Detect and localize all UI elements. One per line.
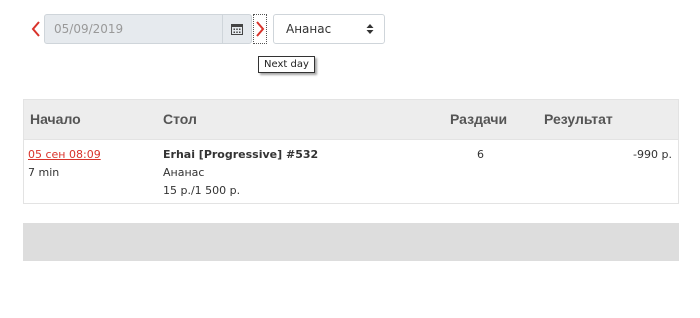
chevron-right-icon [256, 21, 265, 37]
session-duration: 7 min [28, 166, 60, 179]
stakes: 15 р./1 500 р. [163, 184, 241, 197]
calendar-icon [231, 24, 243, 35]
date-input[interactable] [45, 15, 223, 43]
game-select[interactable]: Ананас [273, 14, 385, 44]
header-hands[interactable]: Раздачи [450, 111, 507, 127]
pagination-bar [23, 223, 679, 261]
game-select-value: Ананас [286, 22, 332, 36]
header-table[interactable]: Стол [163, 111, 197, 127]
session-start-link[interactable]: 05 сен 08:09 [28, 146, 101, 164]
table-row: 05 сен 08:09 7 min Erhai [Progressive] #… [24, 139, 678, 203]
chevron-left-icon [31, 21, 40, 37]
session-result: -990 р. [633, 148, 672, 161]
header-result[interactable]: Результат [544, 111, 613, 127]
previous-day-button[interactable] [29, 14, 43, 44]
sessions-table: Начало Стол Раздачи Результат 05 сен 08:… [23, 99, 679, 204]
table-name: Erhai [Progressive] #532 [163, 148, 319, 161]
date-picker[interactable] [44, 14, 252, 44]
next-day-button[interactable] [253, 14, 267, 44]
calendar-button[interactable] [222, 15, 251, 43]
header-start[interactable]: Начало [30, 111, 81, 127]
sort-caret-icon [366, 24, 374, 34]
hands-count: 6 [477, 148, 484, 161]
next-day-tooltip: Next day [258, 56, 315, 73]
game-name: Ананас [163, 166, 205, 179]
table-header: Начало Стол Раздачи Результат [24, 100, 678, 139]
